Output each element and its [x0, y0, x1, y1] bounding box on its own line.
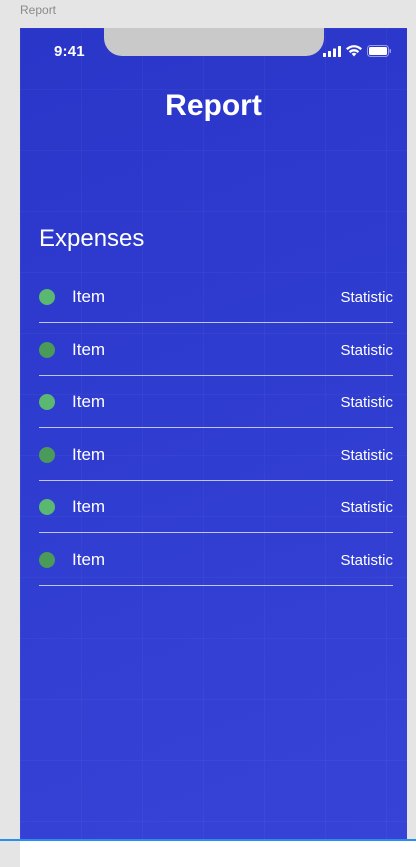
- status-dot-icon: [39, 499, 55, 515]
- item-label: Item: [72, 339, 106, 359]
- status-dot-icon: [39, 341, 55, 358]
- item-statistic: Statistic: [340, 289, 393, 306]
- canvas-bottom-strip: [0, 839, 416, 867]
- expenses-heading: Expenses: [39, 225, 145, 252]
- item-label: Item: [72, 497, 106, 516]
- item-label: Item: [72, 287, 106, 306]
- status-icons: [323, 45, 392, 57]
- expenses-list: Item Statistic Item Statistic Item Stati…: [39, 271, 393, 586]
- item-statistic: Statistic: [340, 551, 393, 569]
- item-statistic: Statistic: [340, 446, 393, 464]
- item-statistic: Statistic: [340, 394, 393, 411]
- status-time: 9:41: [54, 43, 85, 60]
- device-notch: [104, 28, 324, 56]
- signal-icon: [323, 45, 341, 57]
- list-item[interactable]: Item Statistic: [39, 534, 393, 586]
- status-dot-icon: [39, 446, 55, 463]
- phone-screen: 9:41 Report Expenses Item Statistic Item…: [20, 28, 407, 840]
- list-item[interactable]: Item Statistic: [39, 481, 393, 533]
- item-label: Item: [72, 392, 106, 411]
- list-item[interactable]: Item Statistic: [39, 376, 393, 428]
- battery-icon: [367, 45, 392, 57]
- status-dot-icon: [39, 394, 55, 410]
- list-item[interactable]: Item Statistic: [39, 324, 393, 376]
- frame-label: Report: [20, 3, 57, 17]
- list-item[interactable]: Item Statistic: [39, 271, 393, 323]
- page-title: Report: [165, 89, 262, 122]
- list-item[interactable]: Item Statistic: [39, 429, 393, 481]
- status-dot-icon: [39, 289, 55, 305]
- canvas-gutter: [0, 841, 20, 867]
- item-label: Item: [72, 444, 106, 464]
- wifi-icon: [346, 45, 362, 57]
- status-dot-icon: [39, 551, 55, 568]
- item-statistic: Statistic: [340, 499, 393, 516]
- item-label: Item: [72, 549, 106, 569]
- item-statistic: Statistic: [340, 341, 393, 359]
